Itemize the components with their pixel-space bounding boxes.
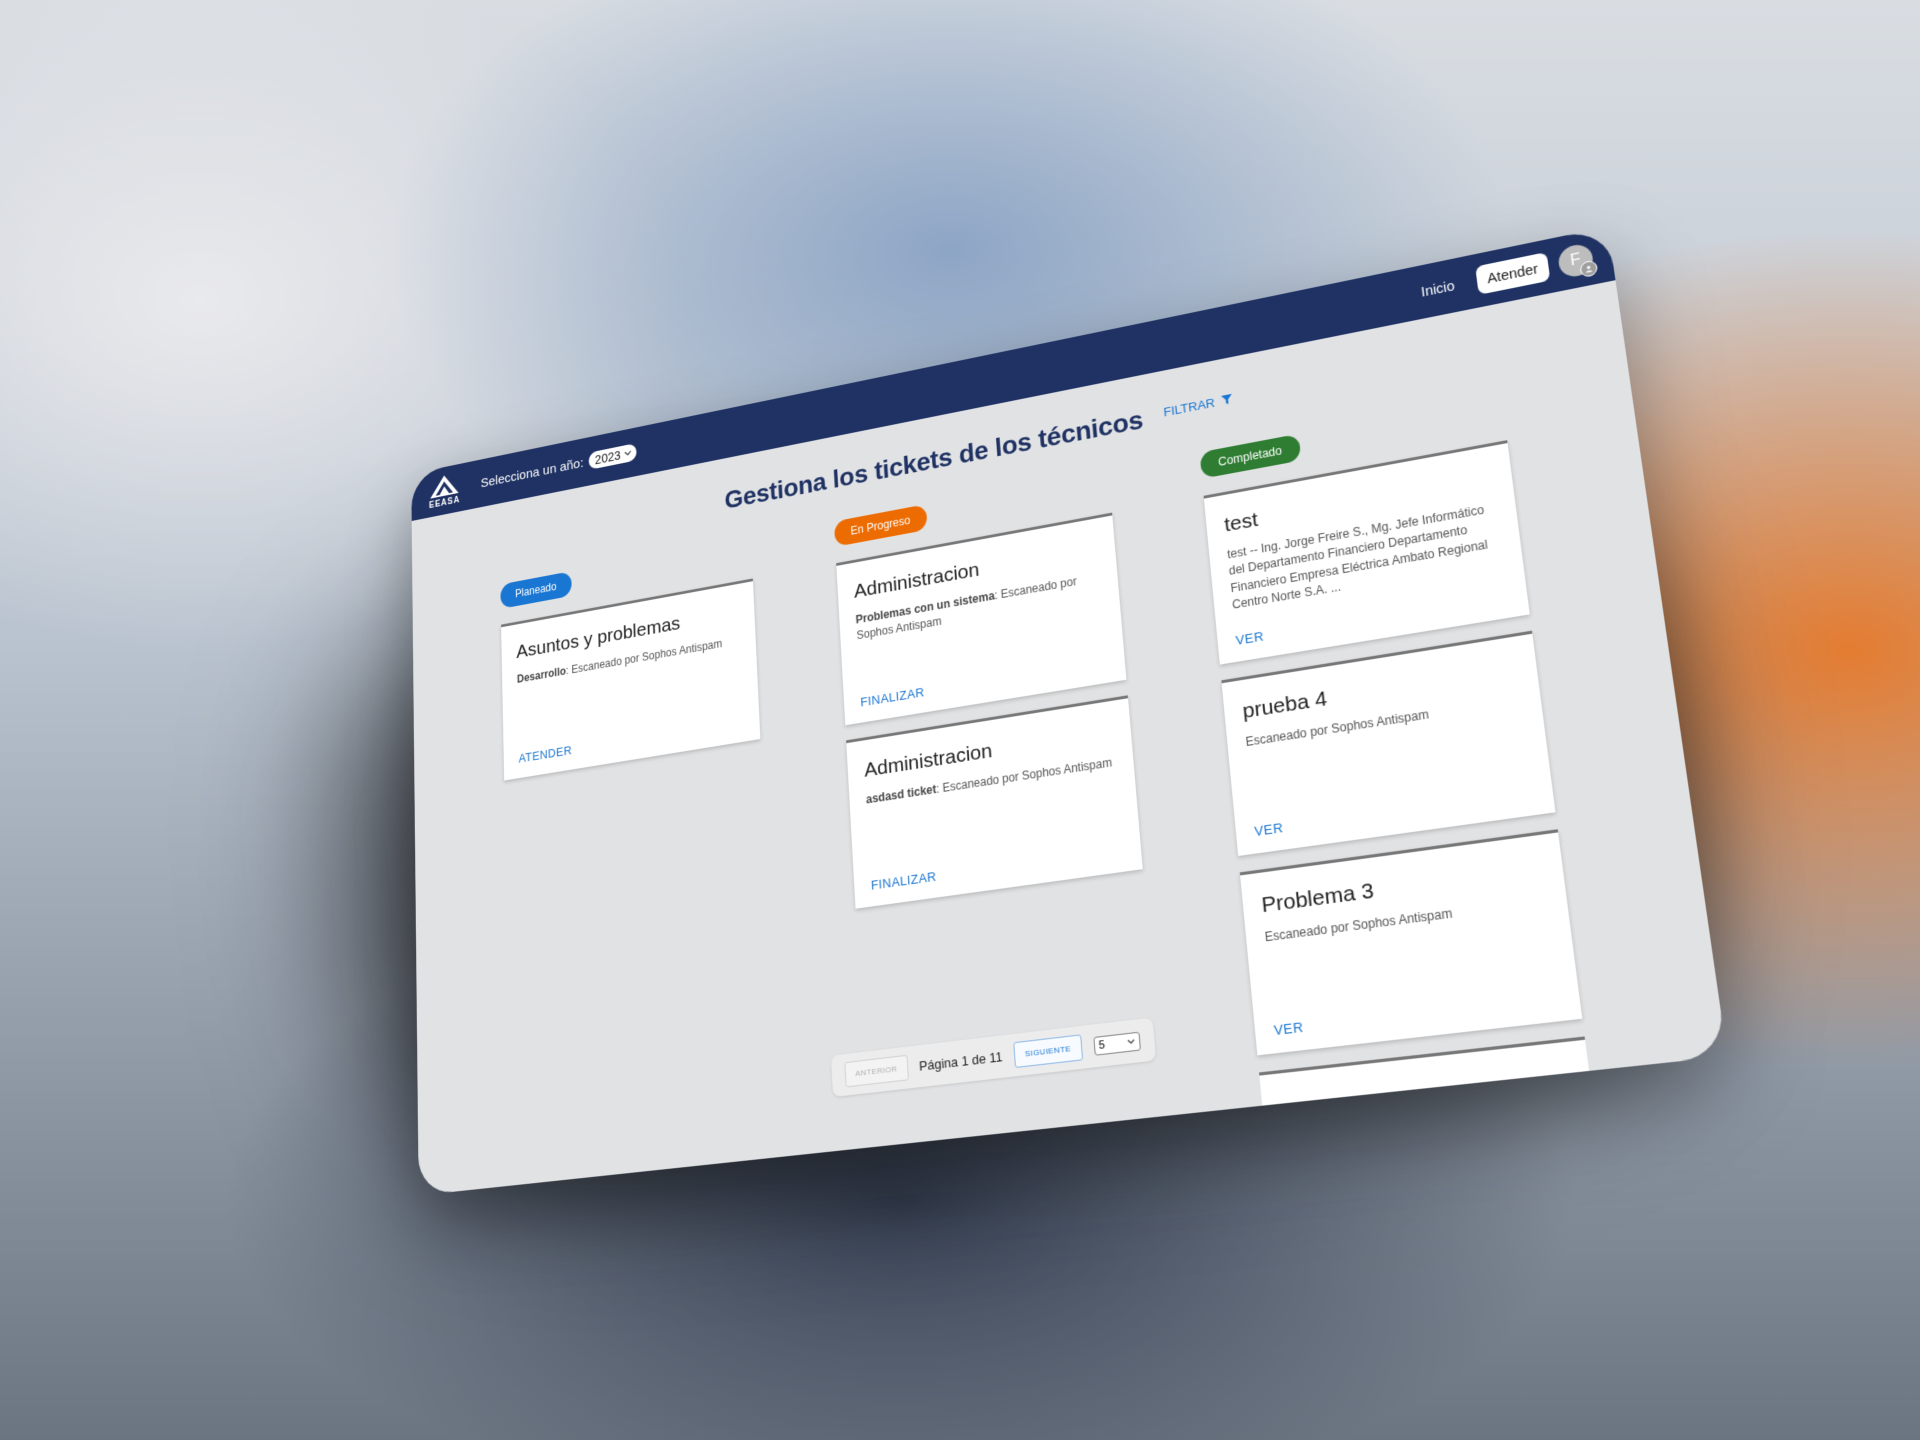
finalizar-button[interactable]: FINALIZAR <box>860 685 925 710</box>
ticket-card: Asuntos y problemas Desarrollo: Escanead… <box>501 578 761 781</box>
app-window: EEASA Selecciona un año: 2023 Inicio Ate… <box>411 226 1728 1196</box>
ver-button[interactable]: VER <box>1235 629 1264 648</box>
year-label: Selecciona un año: <box>480 455 584 491</box>
nav-inicio-link[interactable]: Inicio <box>1420 278 1455 300</box>
previous-page-button[interactable]: ANTERIOR <box>844 1054 909 1088</box>
ticket-category: Desarrollo <box>516 664 567 686</box>
nav-atender-button[interactable]: Atender <box>1475 252 1551 295</box>
ver-button[interactable]: VER <box>1273 1019 1304 1038</box>
finalizar-button[interactable]: FINALIZAR <box>871 869 937 893</box>
eeasa-logo[interactable]: EEASA <box>419 464 470 516</box>
page-indicator: Página 1 de 11 <box>918 1048 1004 1074</box>
ticket-card: Problema 3 Escaneado por Sophos Antispam… <box>1239 829 1583 1056</box>
chevron-down-icon <box>1127 1039 1135 1045</box>
filter-funnel-icon <box>1220 393 1233 406</box>
next-page-button[interactable]: SIGUIENTE <box>1013 1034 1083 1069</box>
year-select-value: 2023 <box>594 447 621 467</box>
account-badge-icon <box>1579 259 1599 279</box>
atender-button[interactable]: ATENDER <box>518 743 572 765</box>
status-badge-completado: Completado <box>1199 433 1302 479</box>
filter-label: FILTRAR <box>1162 394 1216 419</box>
ver-button[interactable]: VER <box>1254 820 1284 839</box>
user-avatar[interactable]: F <box>1556 242 1599 280</box>
filter-button[interactable]: FILTRAR <box>1163 392 1233 419</box>
year-select[interactable]: 2023 <box>588 443 637 471</box>
page-size-select[interactable]: 5 <box>1093 1031 1141 1056</box>
ticket-card: test test -- Ing. Jorge Freire S., Mg. J… <box>1203 440 1530 665</box>
column-completado: Completado test test -- Ing. Jorge Freir… <box>1199 387 1635 1108</box>
status-badge-en-progreso: En Progreso <box>833 504 928 547</box>
ticket-card: Administracion asdasd ticket: Escaneado … <box>846 695 1143 909</box>
ticket-category: asdasd ticket <box>865 782 937 807</box>
chevron-down-icon <box>624 450 632 457</box>
ticket-card: prueba 4 Escaneado por Sophos Antispam V… <box>1221 630 1556 857</box>
status-badge-planeado: Planeado <box>500 571 572 609</box>
page-size-value: 5 <box>1098 1038 1106 1052</box>
stage: EEASA Selecciona un año: 2023 Inicio Ate… <box>0 0 1920 1440</box>
column-planeado: Planeado Asuntos y problemas Desarrollo:… <box>500 531 817 1188</box>
ticket-card: Administracion Problemas con un sistema:… <box>836 512 1127 726</box>
